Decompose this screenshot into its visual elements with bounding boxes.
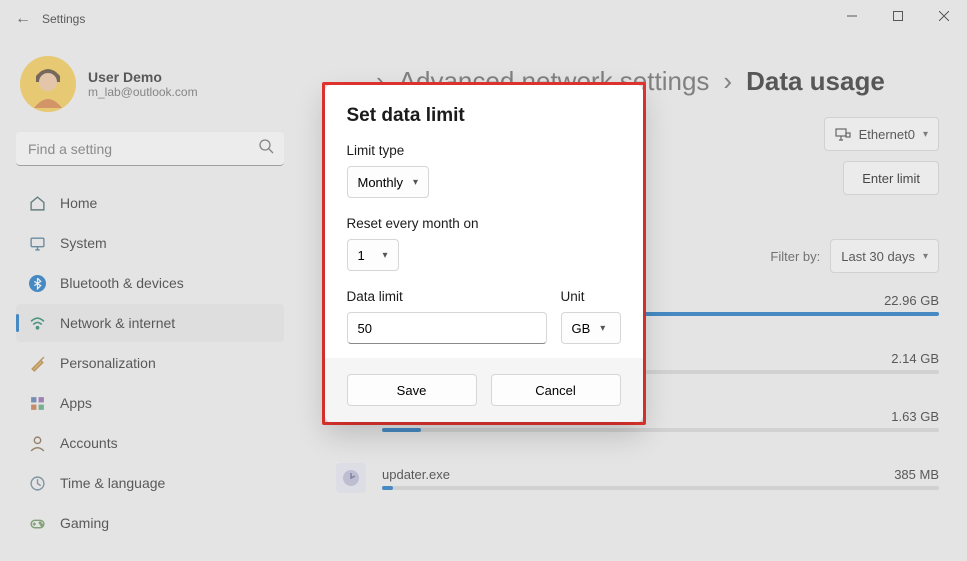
unit-label: Unit — [561, 289, 621, 304]
cancel-button[interactable]: Cancel — [491, 374, 621, 406]
reset-day-label: Reset every month on — [347, 216, 621, 231]
data-limit-input[interactable] — [347, 312, 547, 344]
dialog-title: Set data limit — [347, 105, 621, 127]
limit-type-label: Limit type — [347, 143, 621, 158]
reset-day-select[interactable]: 1 ▾ — [347, 239, 399, 271]
chevron-down-icon: ▾ — [600, 323, 605, 334]
set-data-limit-dialog: Set data limit Limit type Monthly ▾ Rese… — [325, 85, 643, 422]
unit-select[interactable]: GB ▾ — [561, 312, 621, 344]
limit-type-select[interactable]: Monthly ▾ — [347, 166, 430, 198]
chevron-down-icon: ▾ — [413, 177, 418, 188]
chevron-down-icon: ▾ — [382, 250, 387, 261]
modal-overlay: Set data limit Limit type Monthly ▾ Rese… — [0, 0, 967, 561]
save-button[interactable]: Save — [347, 374, 477, 406]
data-limit-label: Data limit — [347, 289, 547, 304]
